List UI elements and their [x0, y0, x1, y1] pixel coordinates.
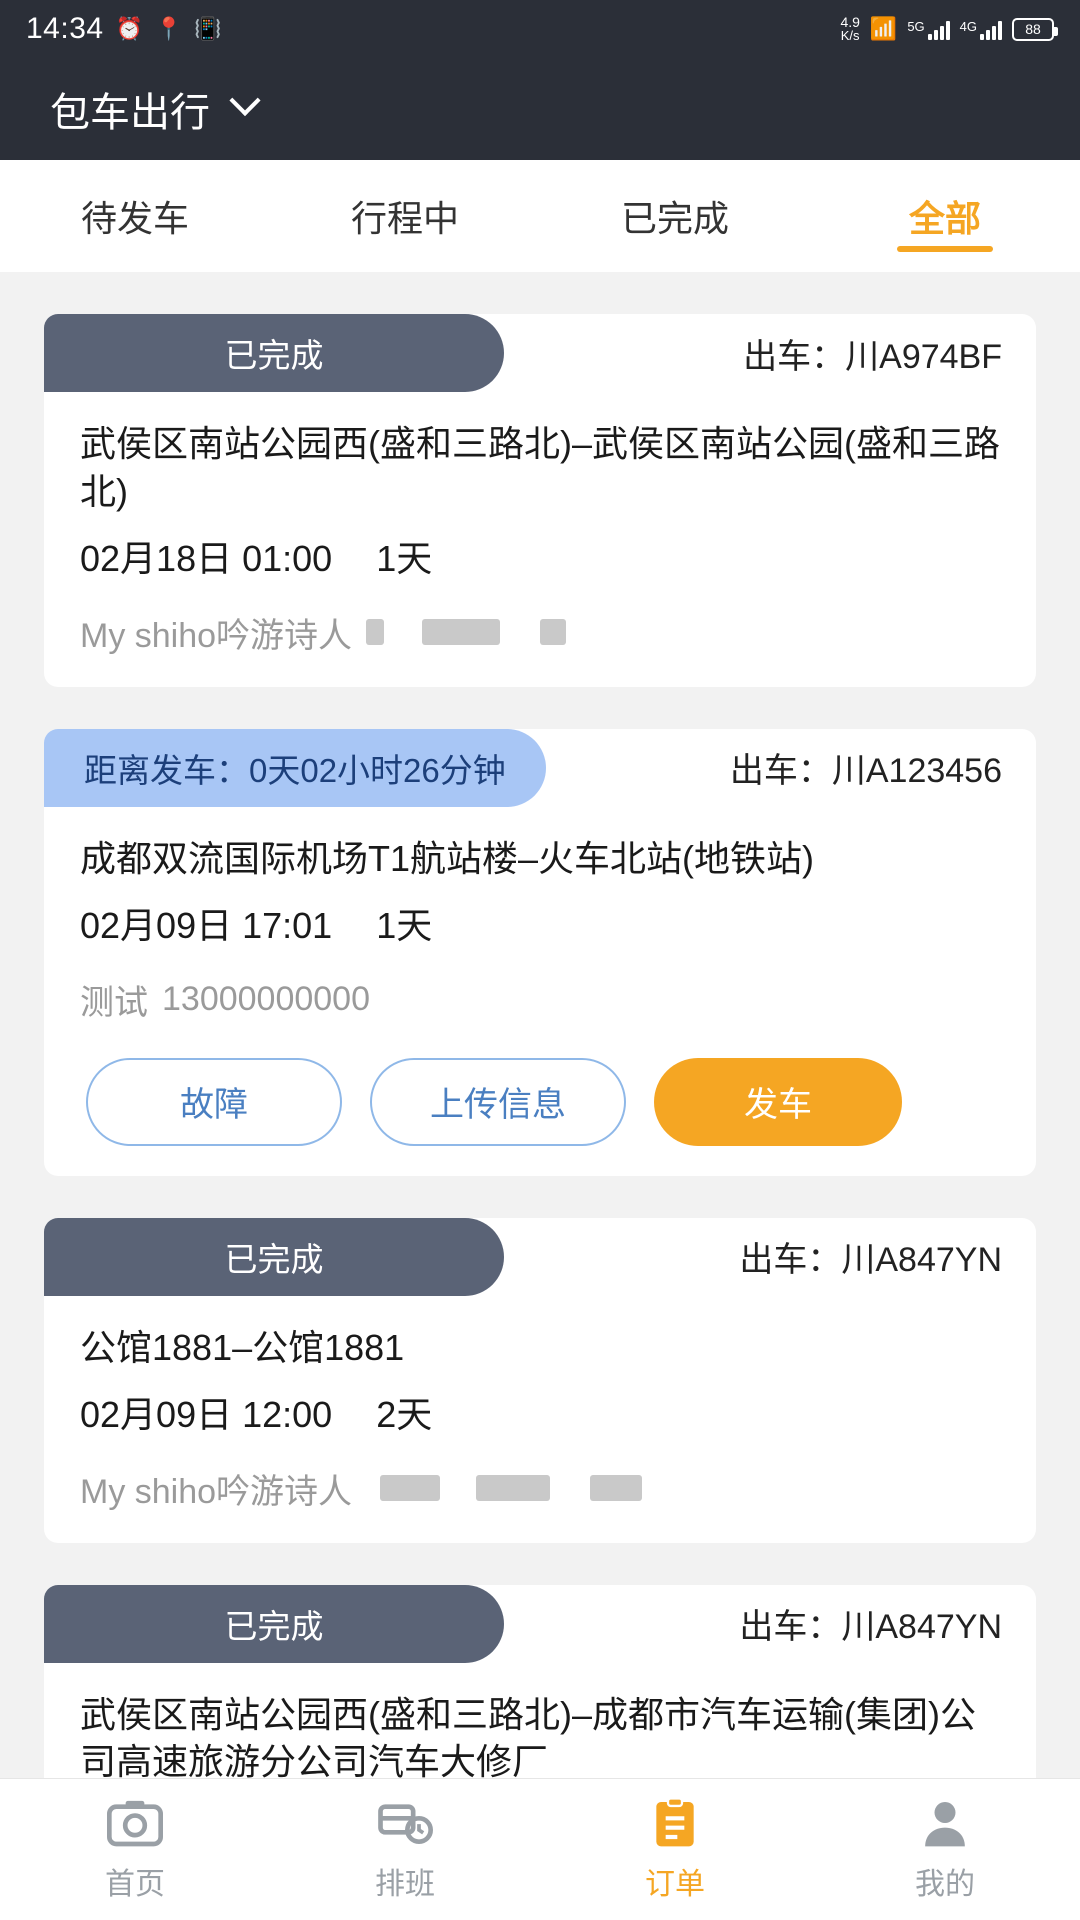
order-date: 02月09日 12:00 — [80, 1386, 332, 1438]
order-card-header: 已完成 出车：川A847YN — [44, 1585, 1036, 1663]
status-badge: 已完成 — [44, 314, 504, 392]
status-badge: 已完成 — [44, 1218, 504, 1296]
contact-masked-3 — [540, 619, 566, 645]
order-date: 02月18日 01:00 — [80, 530, 332, 582]
order-duration: 2天 — [376, 1386, 432, 1438]
upload-info-button[interactable]: 上传信息 — [370, 1058, 626, 1146]
contact-masked-1 — [366, 619, 384, 645]
signal-sim2: 4G — [960, 18, 1002, 40]
tab-bar: 待发车 行程中 已完成 全部 — [0, 160, 1080, 272]
order-date: 02月09日 17:01 — [80, 897, 332, 949]
battery-indicator: 88 — [1012, 18, 1054, 41]
tab-all[interactable]: 全部 — [810, 160, 1080, 272]
order-route: 武侯区南站公园西(盛和三路北)–成都市汽车运输(集团)公司高速旅游分公司汽车大修… — [44, 1663, 1036, 1779]
status-badge: 距离发车：0天02小时26分钟 — [44, 729, 546, 807]
depart-label: 出车： — [730, 752, 832, 790]
nav-item-profile[interactable]: 我的 — [810, 1797, 1080, 1903]
order-meta: 02月09日 12:00 2天 — [44, 1372, 1036, 1438]
plate-number: 川A123456 — [832, 752, 1002, 790]
tab-completed[interactable]: 已完成 — [540, 160, 810, 272]
order-duration: 1天 — [376, 897, 432, 949]
contact-masked-1 — [380, 1475, 440, 1501]
order-route: 武侯区南站公园西(盛和三路北)–武侯区南站公园(盛和三路北) — [44, 392, 1036, 516]
vehicle-plate: 出车：川A123456 — [730, 743, 1036, 792]
status-bar-left: 14:34 ⏰ 📍 📳 — [26, 12, 222, 46]
order-card-header: 已完成 出车：川A974BF — [44, 314, 1036, 392]
order-contact: 测试 13000000000 — [44, 949, 1036, 1024]
nav-item-schedule[interactable]: 排班 — [270, 1797, 540, 1903]
sim2-network-label: 4G — [960, 19, 977, 34]
order-meta: 02月18日 01:00 1天 — [44, 516, 1036, 582]
schedule-bus-icon — [377, 1797, 433, 1849]
status-bar: 14:34 ⏰ 📍 📳 4.9 K/s 📶 5G 4G 88 — [0, 0, 1080, 58]
order-list-icon — [647, 1797, 703, 1849]
chevron-down-icon[interactable] — [229, 85, 260, 116]
app-screen: 14:34 ⏰ 📍 📳 4.9 K/s 📶 5G 4G 88 — [0, 0, 1080, 1920]
network-speed-unit: K/s — [840, 29, 859, 43]
order-card[interactable]: 已完成 出车：川A847YN 公馆1881–公馆1881 02月09日 12:0… — [44, 1218, 1036, 1543]
contact-masked-3 — [590, 1475, 642, 1501]
status-badge: 已完成 — [44, 1585, 504, 1663]
order-actions: 故障 上传信息 发车 — [44, 1024, 1036, 1146]
depart-label: 出车： — [739, 1608, 841, 1646]
order-card-header: 已完成 出车：川A847YN — [44, 1218, 1036, 1296]
nav-label-profile: 我的 — [915, 1859, 975, 1903]
signal-bars-1 — [928, 18, 950, 40]
nav-label-schedule: 排班 — [375, 1859, 435, 1903]
plate-number: 川A847YN — [841, 1608, 1002, 1646]
contact-masked-2 — [476, 1475, 550, 1501]
order-contact: My shiho吟游诗人 — [44, 582, 1036, 657]
order-card-header: 距离发车：0天02小时26分钟 出车：川A123456 — [44, 729, 1036, 807]
contact-masked-2 — [422, 619, 500, 645]
order-contact: My shiho吟游诗人 — [44, 1438, 1036, 1513]
depart-button[interactable]: 发车 — [654, 1058, 902, 1146]
depart-label: 出车： — [739, 1241, 841, 1279]
order-card[interactable]: 已完成 出车：川A847YN 武侯区南站公园西(盛和三路北)–成都市汽车运输(集… — [44, 1585, 1036, 1779]
order-list[interactable]: 已完成 出车：川A974BF 武侯区南站公园西(盛和三路北)–武侯区南站公园(盛… — [0, 272, 1080, 1778]
page-title: 包车出行 — [50, 80, 210, 138]
battery-level: 88 — [1025, 21, 1041, 37]
plate-number: 川A974BF — [845, 338, 1002, 376]
vehicle-plate: 出车：川A847YN — [739, 1232, 1036, 1281]
contact-name: 测试 — [80, 975, 148, 1024]
fault-button[interactable]: 故障 — [86, 1058, 342, 1146]
contact-name: My shiho吟游诗人 — [80, 1464, 352, 1513]
order-route: 公馆1881–公馆1881 — [44, 1296, 1036, 1372]
status-time: 14:34 — [26, 12, 104, 46]
vehicle-plate: 出车：川A847YN — [739, 1599, 1036, 1648]
alarm-icon: ⏰ — [116, 18, 143, 40]
app-bar: 包车出行 — [0, 58, 1080, 160]
bottom-navigation: 首页 排班 订单 我的 — [0, 1778, 1080, 1920]
plate-number: 川A847YN — [841, 1241, 1002, 1279]
nav-item-home[interactable]: 首页 — [0, 1797, 270, 1903]
location-icon: 📍 — [155, 18, 182, 40]
signal-bars-2 — [980, 18, 1002, 40]
order-card[interactable]: 已完成 出车：川A974BF 武侯区南站公园西(盛和三路北)–武侯区南站公园(盛… — [44, 314, 1036, 687]
vehicle-plate: 出车：川A974BF — [743, 329, 1036, 378]
home-camera-icon — [107, 1797, 163, 1849]
contact-name: My shiho吟游诗人 — [80, 608, 352, 657]
vibrate-icon: 📳 — [194, 18, 221, 40]
contact-phone: 13000000000 — [162, 980, 370, 1019]
order-duration: 1天 — [376, 530, 432, 582]
order-route: 成都双流国际机场T1航站楼–火车北站(地铁站) — [44, 807, 1036, 883]
tab-ongoing[interactable]: 行程中 — [270, 160, 540, 272]
nav-label-orders: 订单 — [645, 1859, 705, 1903]
order-card[interactable]: 距离发车：0天02小时26分钟 出车：川A123456 成都双流国际机场T1航站… — [44, 729, 1036, 1176]
signal-sim1: 5G — [907, 18, 949, 40]
status-bar-right: 4.9 K/s 📶 5G 4G 88 — [840, 15, 1054, 43]
sim1-network-label: 5G — [907, 19, 924, 34]
network-speed: 4.9 K/s — [840, 15, 859, 43]
nav-label-home: 首页 — [105, 1859, 165, 1903]
tab-pending[interactable]: 待发车 — [0, 160, 270, 272]
wifi-icon: 📶 — [870, 18, 897, 40]
profile-person-icon — [917, 1797, 973, 1849]
nav-item-orders[interactable]: 订单 — [540, 1797, 810, 1903]
order-meta: 02月09日 17:01 1天 — [44, 883, 1036, 949]
depart-label: 出车： — [743, 338, 845, 376]
